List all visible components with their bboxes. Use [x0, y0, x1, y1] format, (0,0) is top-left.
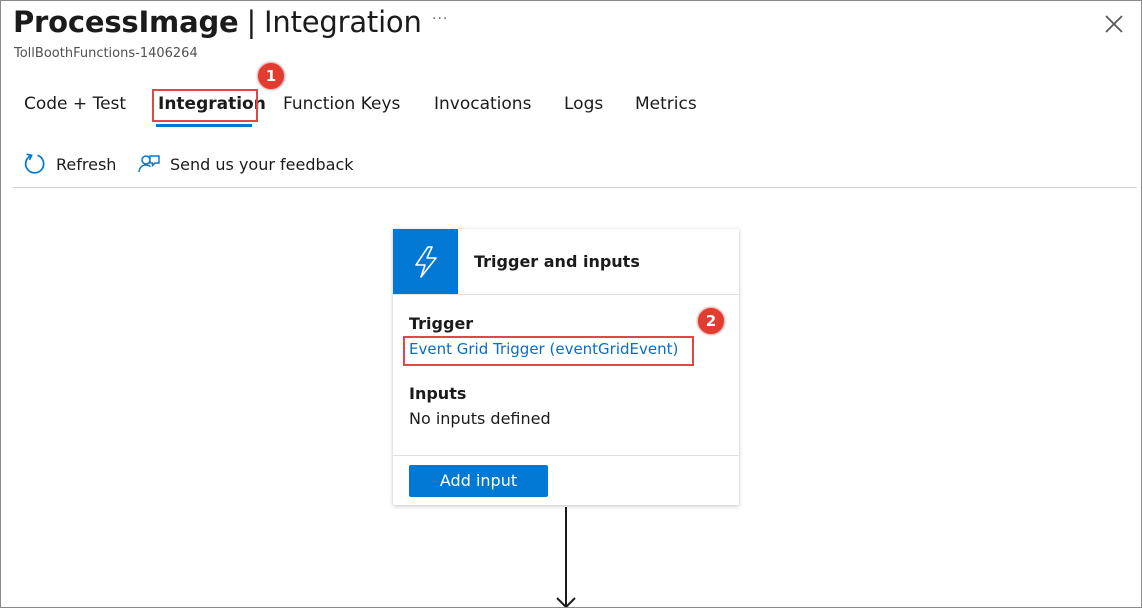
highlight-box-trigger-link: [403, 336, 694, 366]
title-separator: |: [246, 5, 257, 39]
tab-invocations[interactable]: Invocations: [434, 94, 531, 114]
page-title: ProcessImage | Integration: [13, 5, 422, 39]
tab-function-keys[interactable]: Function Keys: [283, 94, 400, 114]
card-title: Trigger and inputs: [474, 252, 640, 271]
no-inputs-text: No inputs defined: [409, 409, 551, 428]
trigger-inputs-card: Trigger and inputs Trigger Event Grid Tr…: [393, 229, 739, 505]
trigger-icon-tile: [393, 229, 458, 294]
feedback-label: Send us your feedback: [170, 154, 354, 174]
refresh-icon: [24, 153, 45, 174]
highlight-box-integration-tab: [152, 89, 258, 122]
card-divider: [393, 294, 739, 295]
refresh-button[interactable]: Refresh: [23, 153, 116, 175]
refresh-label: Refresh: [56, 154, 117, 174]
feedback-icon: [138, 155, 160, 173]
add-input-button[interactable]: Add input: [409, 465, 548, 497]
function-name: ProcessImage: [13, 5, 239, 39]
command-bar-divider: [13, 187, 1137, 188]
active-tab-indicator: [156, 124, 252, 127]
tab-metrics[interactable]: Metrics: [635, 94, 697, 114]
more-options-button[interactable]: ···: [432, 11, 448, 27]
integration-blade: ProcessImage | Integration ··· TollBoothFu…: [0, 0, 1142, 608]
blade-name: Integration: [264, 5, 422, 39]
arrow-down-icon: [556, 507, 576, 607]
step-badge-1: 1: [257, 62, 285, 90]
inputs-heading: Inputs: [409, 384, 467, 403]
send-feedback-button[interactable]: Send us your feedback: [137, 153, 354, 175]
trigger-heading: Trigger: [409, 314, 474, 333]
close-icon[interactable]: [1103, 13, 1125, 35]
step-badge-2: 2: [697, 307, 725, 335]
lightning-icon: [415, 246, 437, 278]
function-app-name: TollBoothFunctions-1406264: [14, 46, 198, 61]
card-footer-divider: [393, 455, 739, 456]
tab-logs[interactable]: Logs: [564, 94, 603, 114]
tab-code-test[interactable]: Code + Test: [24, 94, 126, 114]
